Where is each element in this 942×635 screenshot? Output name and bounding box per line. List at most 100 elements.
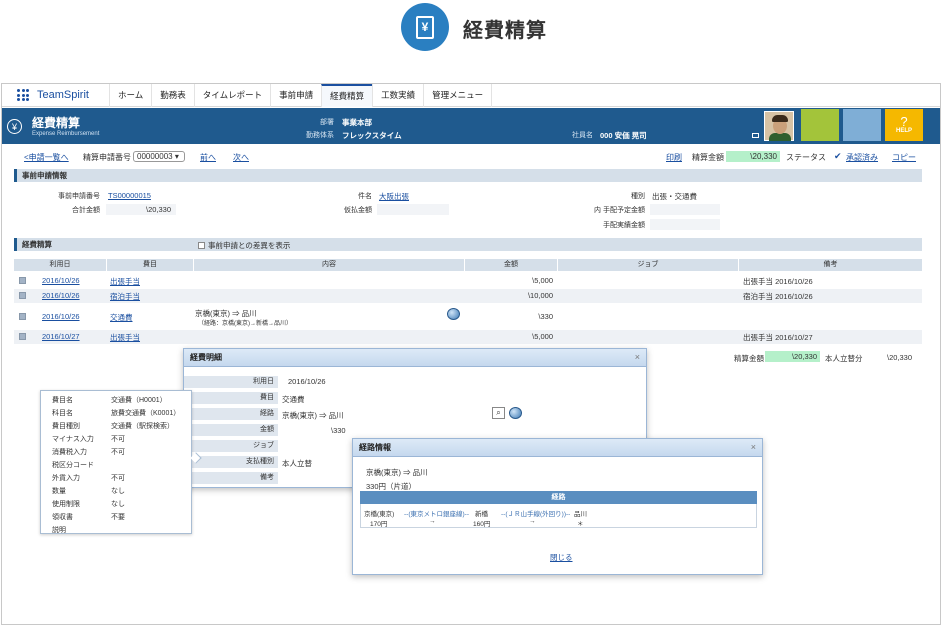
avatar[interactable] bbox=[764, 111, 794, 141]
row-date-link[interactable]: 2016/10/27 bbox=[42, 332, 80, 341]
row-item-link[interactable]: 出張手当 bbox=[110, 276, 140, 287]
self-label: 本人立替分 bbox=[825, 354, 863, 363]
popup-label: 費目名 bbox=[52, 397, 73, 404]
row-note: 出張手当 2016/10/27 bbox=[743, 333, 813, 342]
detail-item: 交通費 bbox=[282, 395, 305, 404]
search-icon[interactable]: ⌕ bbox=[492, 407, 505, 419]
diff-checkbox[interactable] bbox=[198, 242, 205, 249]
row-amount: \10,000 bbox=[527, 291, 553, 300]
popup-label: 説明 bbox=[52, 527, 66, 534]
col-job: ジョブ bbox=[558, 259, 738, 271]
pre-total-label: 合計金額 bbox=[72, 207, 100, 214]
detail-label: ジョブ bbox=[184, 440, 278, 452]
detail-payment: 本人立替 bbox=[282, 459, 312, 468]
print-link[interactable]: 印刷 bbox=[666, 152, 682, 163]
col-date: 利用日 bbox=[14, 259, 106, 271]
row-icon[interactable] bbox=[19, 333, 26, 340]
seq-label: 精算申請番号 bbox=[83, 153, 131, 162]
station: 新橋 bbox=[475, 511, 488, 518]
kind-value: 出張・交通費 bbox=[652, 192, 697, 201]
row-icon[interactable] bbox=[19, 292, 26, 299]
employee-name: 000 安価 晃司 bbox=[600, 131, 647, 140]
arrow-icon: → bbox=[529, 518, 536, 525]
hero-title: 経費精算 bbox=[463, 20, 547, 42]
row-icon[interactable] bbox=[19, 277, 26, 284]
help-button[interactable]: ? HELP bbox=[885, 109, 923, 141]
row-icon[interactable] bbox=[19, 313, 26, 320]
prev-link[interactable]: 前へ bbox=[200, 152, 216, 163]
subject-link[interactable]: 大阪出張 bbox=[379, 191, 409, 202]
item-info-popup: 費目名 交通費（H0001） 科目名 旅費交通費（K0001） 費目種別 交通費（駅探… bbox=[40, 390, 202, 534]
copy-link[interactable]: コピー bbox=[892, 152, 916, 163]
tile-blue[interactable] bbox=[843, 109, 881, 141]
pre-no-link[interactable]: TS00000015 bbox=[108, 191, 151, 200]
row-amount: \5,000 bbox=[532, 276, 553, 285]
detail-amount: \330 bbox=[331, 426, 346, 435]
route-close-icon[interactable]: × bbox=[751, 442, 756, 452]
nav-pre-application[interactable]: 事前申請 bbox=[270, 84, 321, 107]
app-launcher-icon[interactable] bbox=[17, 89, 29, 101]
page-subtitle: Expense Reimbursement bbox=[32, 131, 100, 137]
station: 品川 bbox=[574, 511, 587, 518]
nav-time-report[interactable]: タイムレポート bbox=[193, 84, 270, 107]
mail-icon[interactable] bbox=[752, 133, 759, 138]
detail-label: 金額 bbox=[184, 424, 278, 436]
detail-title: 経費明細 bbox=[184, 349, 646, 367]
dept-label: 部署 bbox=[320, 119, 334, 126]
total-label: 精算金額 bbox=[734, 354, 764, 363]
detail-route: 京橋(東京) ⇒ 品川 bbox=[282, 411, 344, 420]
fare: 170円 bbox=[370, 521, 388, 528]
popup-label: 数量 bbox=[52, 488, 66, 495]
row-item-link[interactable]: 宿泊手当 bbox=[110, 291, 140, 302]
row-date-link[interactable]: 2016/10/26 bbox=[42, 276, 80, 285]
route-summary: 京橋(東京) ⇒ 品川 bbox=[366, 468, 428, 477]
total-value: \20,330 bbox=[765, 351, 820, 362]
plan-label: 内 手配予定金額 bbox=[594, 207, 645, 214]
close-link[interactable]: 閉じる bbox=[550, 552, 573, 563]
row-item-link[interactable]: 出張手当 bbox=[110, 332, 140, 343]
popup-label: マイナス入力 bbox=[52, 436, 94, 443]
brand-logo[interactable]: TeamSpirit bbox=[37, 89, 109, 101]
help-icon: ? bbox=[900, 114, 908, 129]
row-item-link[interactable]: 交通費 bbox=[110, 312, 133, 323]
line: --(ＪＲ山手線(外回り))-- bbox=[501, 511, 571, 518]
popup-value: 不要 bbox=[111, 514, 125, 521]
row-date-link[interactable]: 2016/10/26 bbox=[42, 312, 80, 321]
nav-home[interactable]: ホーム bbox=[109, 84, 151, 107]
row-note: 出張手当 2016/10/26 bbox=[743, 277, 813, 286]
plan-value bbox=[650, 204, 720, 215]
row-amount: \330 bbox=[538, 312, 553, 321]
line: --(東京メトロ銀座線)-- bbox=[404, 511, 469, 518]
self-value: \20,330 bbox=[887, 353, 913, 362]
route-table: 京橋(東京) --(東京メトロ銀座線)-- 新橋 --(ＪＲ山手線(外回り))-… bbox=[360, 504, 757, 528]
nav-timesheet[interactable]: 勤務表 bbox=[151, 84, 194, 107]
row-date-link[interactable]: 2016/10/26 bbox=[42, 291, 80, 300]
nav-admin[interactable]: 管理メニュー bbox=[423, 84, 493, 107]
route-title: 経路情報 bbox=[353, 439, 762, 457]
nav-expense[interactable]: 経費精算 bbox=[321, 84, 373, 107]
kind-label: 種別 bbox=[631, 193, 645, 200]
next-link[interactable]: 次へ bbox=[233, 152, 249, 163]
detail-label: 備考 bbox=[184, 472, 278, 484]
row-route: （経路：京橋(東京)→新橋→品川） bbox=[198, 321, 292, 327]
diff-toggle[interactable]: 事前申請との差異を表示 bbox=[198, 240, 290, 251]
popup-value: なし bbox=[111, 488, 125, 495]
seq-select[interactable]: 00000003 ▾ bbox=[133, 151, 185, 162]
pre-total-value: \20,330 bbox=[146, 205, 172, 214]
detail-close-icon[interactable]: × bbox=[635, 352, 640, 362]
detail-date: 2016/10/26 bbox=[288, 377, 326, 386]
popup-value: 交通費（H0001） bbox=[111, 397, 167, 404]
col-amount: 金額 bbox=[465, 259, 557, 271]
back-to-list-link[interactable]: <申請一覧へ bbox=[24, 152, 69, 163]
route-header: 経路 bbox=[360, 491, 757, 504]
detail-label: 経路 bbox=[184, 408, 278, 420]
status-link[interactable]: 承認済み bbox=[846, 152, 878, 163]
page-header: ¥ 経費精算 Expense Reimbursement 部署 事業本部 勤務体… bbox=[2, 108, 940, 144]
tile-green[interactable] bbox=[801, 109, 839, 141]
top-nav: TeamSpirit ホーム 勤務表 タイムレポート 事前申請 経費精算 工数実… bbox=[2, 84, 940, 107]
nav-work-results[interactable]: 工数実績 bbox=[372, 84, 423, 107]
route-globe-icon[interactable] bbox=[447, 308, 460, 320]
route-globe-icon[interactable] bbox=[509, 407, 522, 419]
fare: 160円 bbox=[473, 521, 491, 528]
popup-value: 交通費（駅探検索） bbox=[111, 423, 174, 430]
